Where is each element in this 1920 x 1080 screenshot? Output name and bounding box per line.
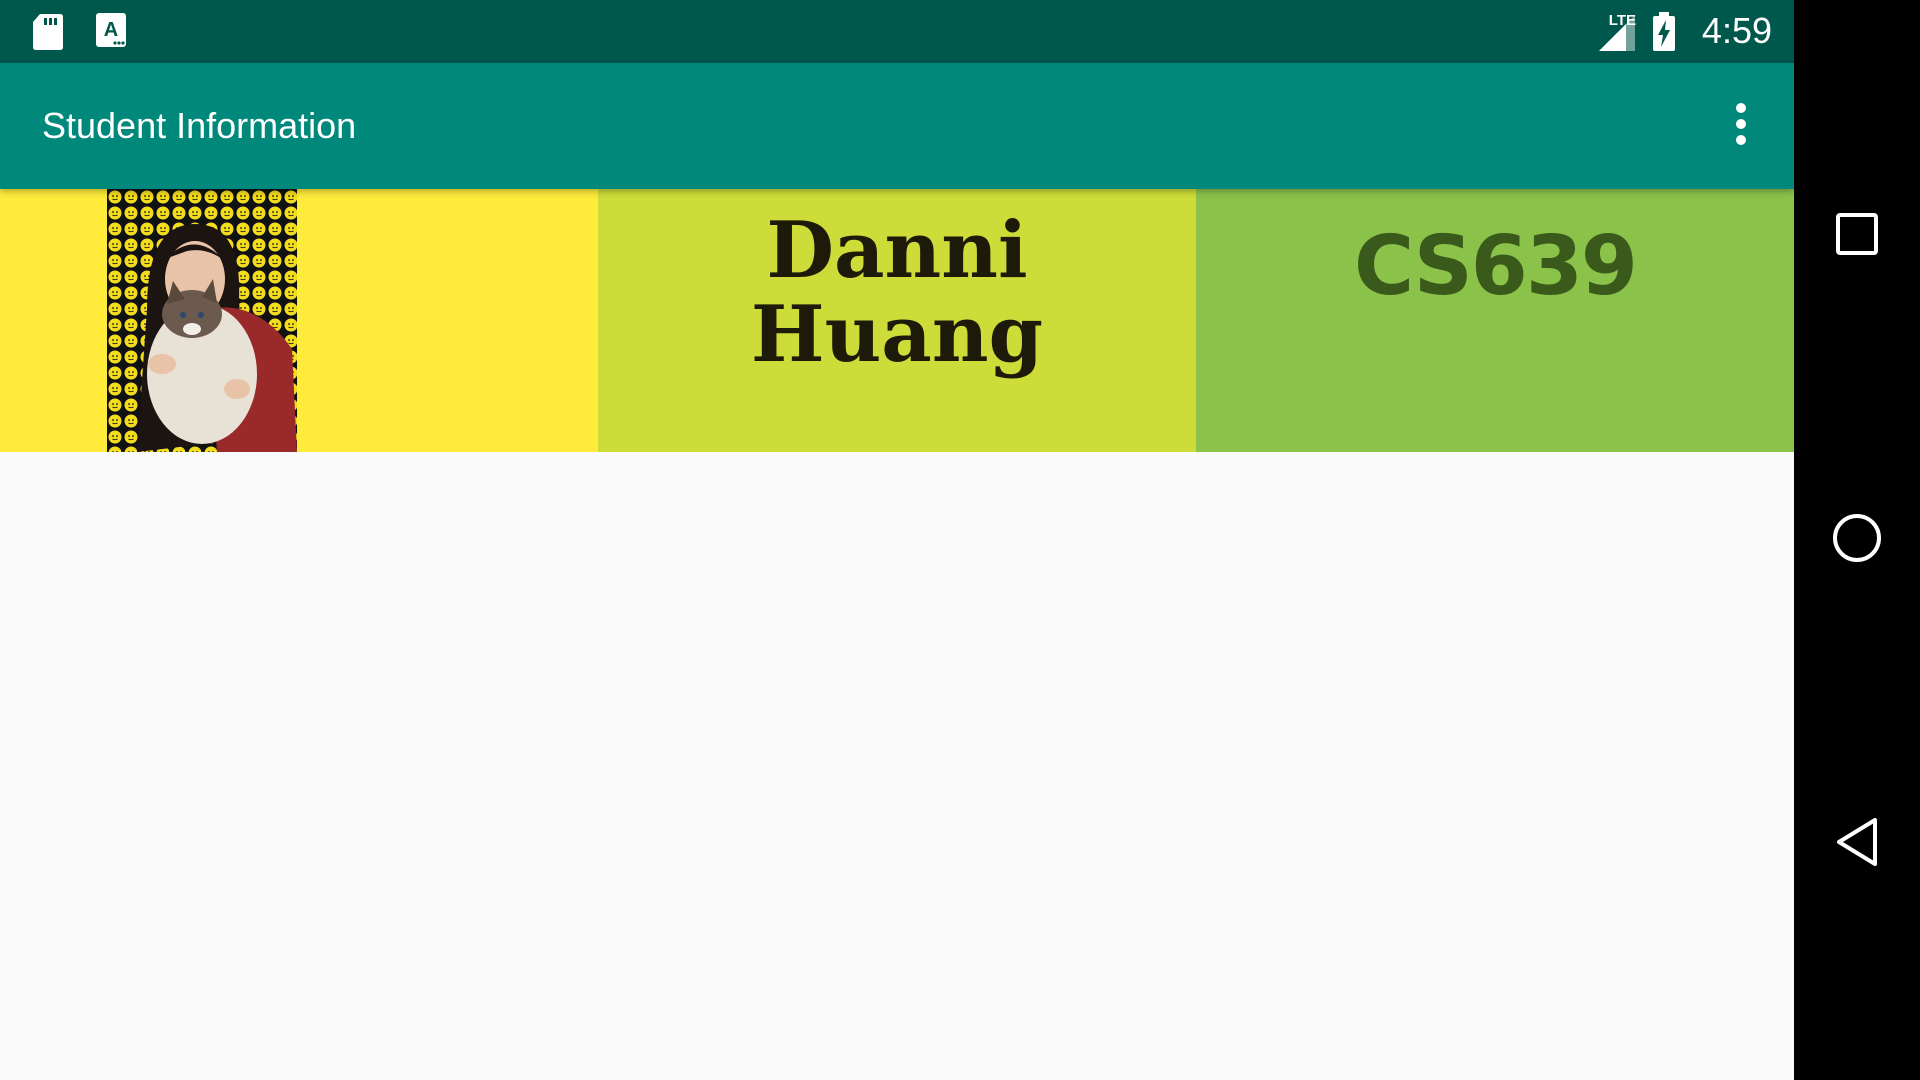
student-info-row: Danni Huang CS639 <box>0 189 1794 452</box>
back-button[interactable] <box>1817 804 1897 884</box>
battery-charging-icon <box>1652 12 1676 57</box>
course-code: CS639 <box>1354 219 1638 314</box>
keyboard-a-icon: A <box>95 12 127 55</box>
overflow-menu-button[interactable] <box>1708 93 1774 159</box>
home-circle-icon <box>1831 512 1883 569</box>
student-photo <box>107 189 297 452</box>
name-cell: Danni Huang <box>598 189 1196 452</box>
home-button[interactable] <box>1817 500 1897 580</box>
photo-cell <box>0 189 598 452</box>
recents-square-icon <box>1834 211 1880 262</box>
app-screen: A LTE 4:59 Student Information Danni Hua… <box>0 0 1794 1080</box>
lte-signal-icon <box>1598 14 1636 57</box>
svg-text:A: A <box>104 19 118 41</box>
overflow-menu-icon <box>1735 102 1747 151</box>
app-title: Student Information <box>42 105 357 146</box>
student-name: Danni Huang <box>750 205 1044 380</box>
back-triangle-icon <box>1833 816 1881 873</box>
recents-button[interactable] <box>1817 196 1897 276</box>
app-bar: Student Information <box>0 63 1794 189</box>
status-bar: A LTE 4:59 <box>0 0 1794 63</box>
course-cell: CS639 <box>1196 189 1794 452</box>
navigation-bar <box>1794 0 1920 1080</box>
sd-card-icon <box>32 12 64 57</box>
status-time: 4:59 <box>1701 10 1772 51</box>
